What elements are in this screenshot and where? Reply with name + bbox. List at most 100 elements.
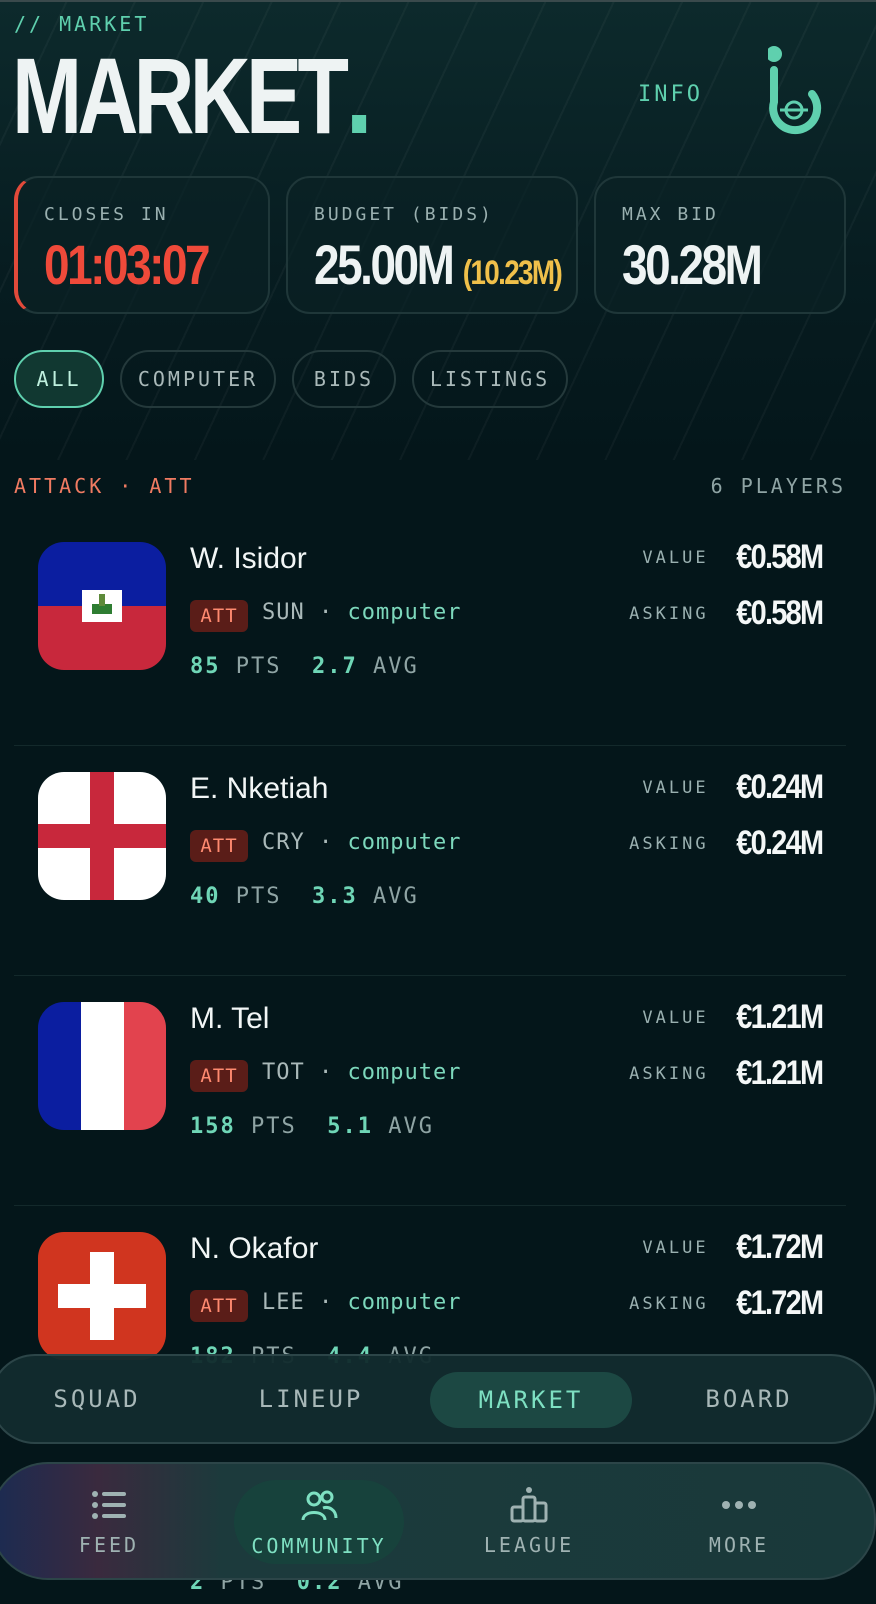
budget-card: BUDGET (BIDS) 25.00M (10.23M): [286, 176, 578, 314]
closes-in-value: 01:03:07: [44, 233, 211, 296]
value-amount: €0.24M: [735, 768, 824, 806]
england-flag-icon: [38, 772, 166, 900]
owner-label: computer: [347, 830, 462, 855]
player-stats: 85 PTS 2.7 AVG: [190, 654, 419, 679]
filter-bids[interactable]: BIDS: [292, 350, 396, 408]
average-value: 5.1: [327, 1114, 373, 1139]
owner-label: computer: [347, 1290, 462, 1315]
asking-label: ASKING: [629, 603, 709, 624]
asking-label: ASKING: [629, 1293, 709, 1314]
asking-amount: €1.21M: [735, 1054, 824, 1092]
average-label: AVG: [373, 884, 419, 909]
tab-squad[interactable]: SQUAD: [2, 1356, 192, 1442]
sub-navigation: SQUAD LINEUP MARKET BOARD: [0, 1354, 876, 1444]
player-row[interactable]: M. Tel ATT TOT · computer 158 PTS 5.1 AV…: [14, 976, 846, 1206]
page-title-text: MARKET: [12, 35, 349, 156]
points-label: PTS: [235, 884, 282, 909]
club-code: CRY: [262, 830, 305, 855]
more-icon: [722, 1501, 756, 1509]
points-label: PTS: [251, 1114, 297, 1139]
player-club-owner: TOT · computer: [262, 1060, 461, 1085]
club-code: TOT: [262, 1060, 305, 1085]
asking-label: ASKING: [629, 1063, 709, 1084]
nav-feed[interactable]: FEED: [24, 1464, 194, 1578]
owner-label: computer: [347, 1060, 462, 1085]
asking-amount: €0.58M: [735, 594, 824, 632]
tab-lineup[interactable]: LINEUP: [216, 1356, 406, 1442]
asking-line: ASKING €1.72M: [629, 1284, 824, 1323]
section-title: ATTACK · ATT: [14, 474, 195, 498]
average-label: AVG: [373, 654, 419, 679]
max-bid-card: MAX BID 30.28M: [594, 176, 846, 314]
position-badge: ATT: [190, 1290, 248, 1322]
player-name: W. Isidor: [190, 542, 307, 575]
club-code: LEE: [262, 1290, 305, 1315]
value-line: VALUE €0.24M: [642, 768, 824, 807]
page-kicker: // MARKET: [14, 12, 150, 36]
value-amount: €1.72M: [735, 1228, 824, 1266]
value-label: VALUE: [642, 547, 709, 568]
switzerland-flag-icon: [38, 1232, 166, 1360]
player-count: 6 PLAYERS: [710, 474, 846, 498]
asking-line: ASKING €0.24M: [629, 824, 824, 863]
budget-value-wrap: 25.00M (10.23M): [314, 232, 563, 297]
budget-bids-value: (10.23M): [462, 254, 563, 292]
nav-more[interactable]: MORE: [654, 1464, 824, 1578]
points-value: 40: [190, 884, 221, 909]
main-navigation: FEED COMMUNITY LEAGUE MORE: [0, 1462, 876, 1580]
page-title: MARKET: [12, 42, 367, 150]
closes-in-label: CLOSES IN: [44, 204, 169, 225]
player-stats: 158 PTS 5.1 AVG: [190, 1114, 434, 1139]
info-button[interactable]: INFO: [638, 82, 703, 107]
tab-board[interactable]: BOARD: [654, 1356, 844, 1442]
asking-label: ASKING: [629, 833, 709, 854]
meta-separator: ·: [319, 1060, 334, 1085]
filter-listings[interactable]: LISTINGS: [412, 350, 568, 408]
tab-market[interactable]: MARKET: [430, 1372, 632, 1428]
value-label: VALUE: [642, 1007, 709, 1028]
value-line: VALUE €0.58M: [642, 538, 823, 577]
france-flag-icon: [38, 1002, 166, 1130]
player-club-owner: SUN · computer: [262, 600, 461, 625]
player-name: E. Nketiah: [190, 772, 329, 805]
podium-icon: [510, 1487, 548, 1523]
haiti-flag-icon: [38, 542, 166, 670]
filter-computer[interactable]: COMPUTER: [120, 350, 276, 408]
budget-value: 25.00M: [314, 233, 455, 296]
player-name: N. Okafor: [190, 1232, 319, 1265]
meta-separator: ·: [319, 600, 334, 625]
value-amount: €1.21M: [735, 998, 824, 1036]
club-code: SUN: [262, 600, 305, 625]
title-accent-dot: [352, 115, 367, 133]
budget-label: BUDGET (BIDS): [314, 204, 494, 225]
position-badge: ATT: [190, 1060, 248, 1092]
nav-feed-label: FEED: [78, 1533, 140, 1557]
nav-league[interactable]: LEAGUE: [444, 1464, 614, 1578]
nav-league-label: LEAGUE: [483, 1533, 575, 1557]
player-stats: 40 PTS 3.3 AVG: [190, 884, 419, 909]
player-row[interactable]: E. Nketiah ATT CRY · computer 40 PTS 3.3…: [14, 746, 846, 976]
value-label: VALUE: [642, 1237, 709, 1258]
value-line: VALUE €1.72M: [642, 1228, 824, 1267]
average-value: 3.3: [312, 884, 358, 909]
asking-amount: €1.72M: [735, 1284, 824, 1322]
owner-label: computer: [347, 600, 462, 625]
nav-community[interactable]: COMMUNITY: [234, 1480, 404, 1564]
closes-in-card: CLOSES IN 01:03:07: [14, 176, 270, 314]
nav-community-label: COMMUNITY: [251, 1534, 387, 1558]
player-row[interactable]: W. Isidor ATT SUN · computer 85 PTS 2.7 …: [14, 516, 846, 746]
club-logo-icon[interactable]: [768, 44, 840, 140]
meta-separator: ·: [319, 1290, 334, 1315]
player-name: M. Tel: [190, 1002, 270, 1035]
list-icon: [92, 1491, 126, 1519]
value-line: VALUE €1.21M: [642, 998, 824, 1037]
meta-separator: ·: [319, 830, 334, 855]
points-value: 85: [190, 654, 221, 679]
position-badge: ATT: [190, 830, 248, 862]
max-bid-value: 30.28M: [622, 233, 763, 296]
nav-more-label: MORE: [708, 1533, 770, 1557]
max-bid-label: MAX BID: [622, 204, 719, 225]
position-badge: ATT: [190, 600, 248, 632]
filter-all[interactable]: ALL: [14, 350, 104, 408]
points-value: 158: [190, 1114, 236, 1139]
